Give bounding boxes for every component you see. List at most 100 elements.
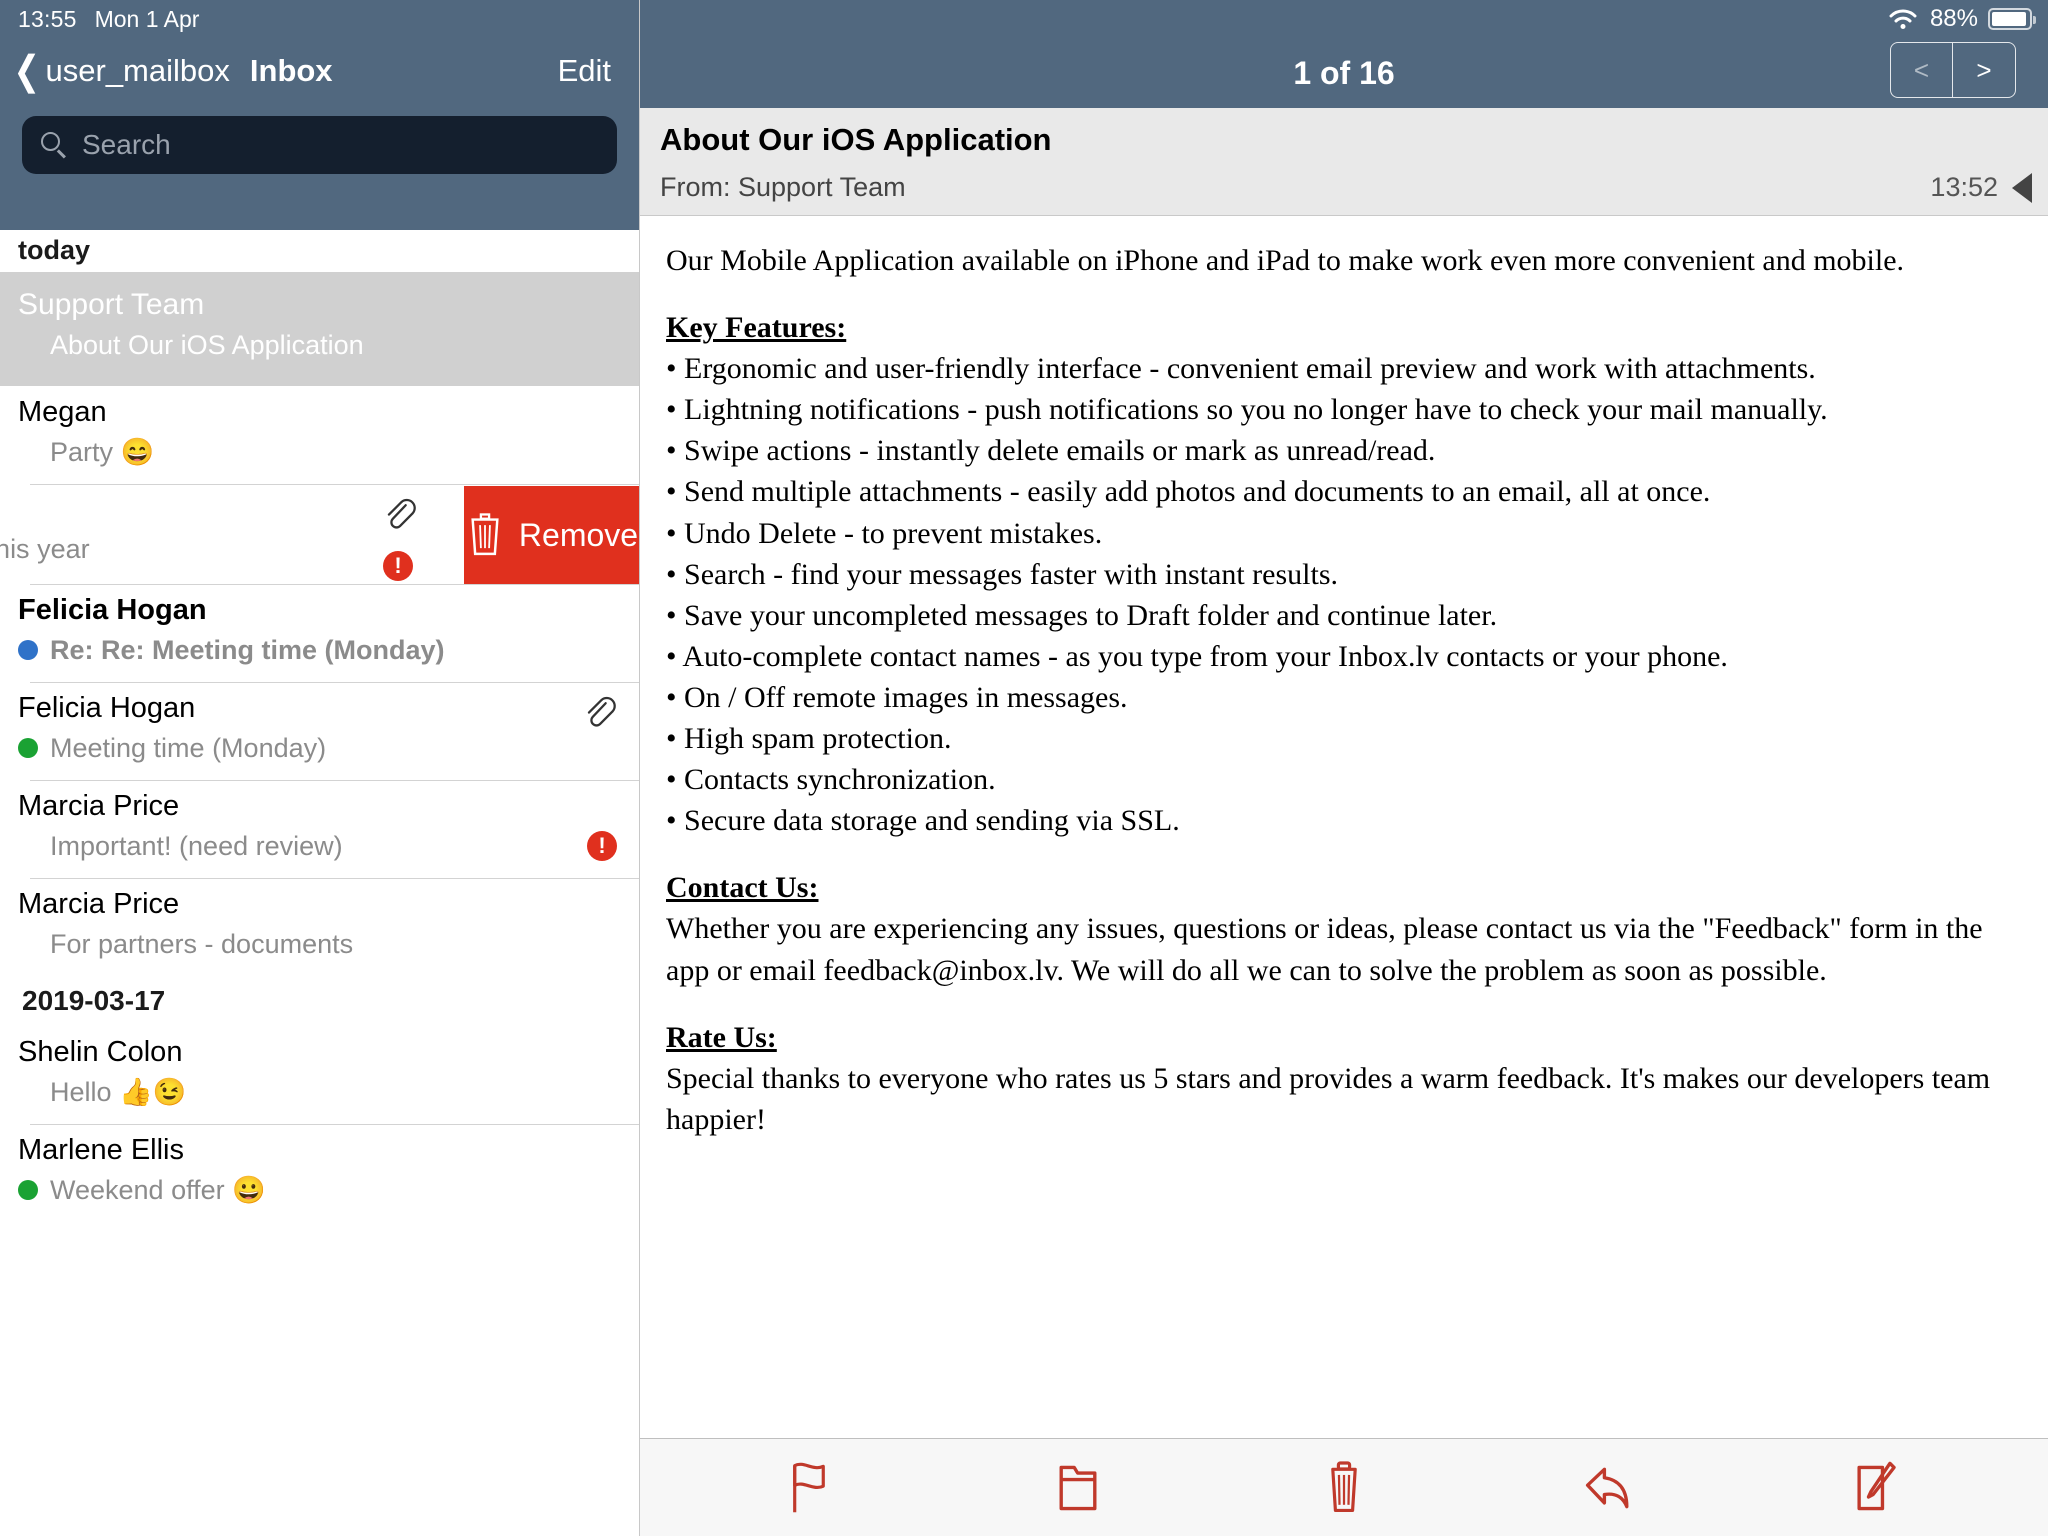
important-icon: !: [383, 551, 413, 581]
back-chevron-icon[interactable]: ❮: [13, 51, 40, 91]
status-bar-right: 88%: [640, 0, 2048, 38]
list-item-subject: ents for this year: [0, 534, 90, 564]
reader-header: 88% 1 of 16 < >: [640, 0, 2048, 108]
reply-button[interactable]: [1575, 1453, 1645, 1523]
section-header-today: today: [0, 230, 639, 272]
delete-button[interactable]: [1309, 1453, 1379, 1523]
message-toolbar: [640, 1438, 2048, 1536]
list-item[interactable]: Marcia Price For partners - documents: [0, 878, 639, 976]
section-header-date: 2019-03-17: [0, 976, 639, 1026]
body-intro: Our Mobile Application available on iPho…: [666, 244, 1905, 277]
list-item-subject: Hello 👍😉: [50, 1077, 187, 1107]
feature-item: • Search - find your messages faster wit…: [666, 557, 1339, 591]
feature-item: • Auto-complete contact names - as you t…: [666, 639, 1728, 673]
reply-icon: [1585, 1467, 1629, 1508]
list-item-sender: Support Team: [18, 288, 205, 321]
list-item-subject: For partners - documents: [50, 928, 354, 959]
feature-item: • Ergonomic and user-friendly interface …: [666, 352, 1816, 386]
list-item-sender: Shelin Colon: [18, 1036, 183, 1068]
contact-us-title: Contact Us:: [666, 871, 819, 905]
list-item[interactable]: Shelin Colon Hello 👍😉: [0, 1026, 639, 1124]
remove-label: Remove: [518, 516, 639, 553]
list-item-swiped[interactable]: ents for this year ! R: [0, 484, 639, 584]
attachment-icon: [387, 498, 416, 529]
message-subject: About Our iOS Application: [660, 122, 1052, 157]
list-item[interactable]: Marcia Price Important! (need review) !: [0, 780, 639, 878]
message-header: About Our iOS Application From: Support …: [640, 108, 2048, 216]
feature-item: • On / Off remote images in messages.: [666, 680, 1128, 714]
list-item-sender: Megan: [18, 396, 107, 428]
remove-button[interactable]: Remove: [464, 486, 639, 584]
message-body: Our Mobile Application available on iPho…: [640, 216, 2048, 1438]
mailbox-nav-row: ❮ user_mailbox Inbox Edit: [0, 38, 639, 104]
list-item-sender: Marcia Price: [18, 790, 180, 822]
feature-item: • Secure data storage and sending via SS…: [666, 804, 1180, 838]
feature-item: • Save your uncompleted messages to Draf…: [666, 598, 1498, 632]
reply-triangle-icon[interactable]: [2012, 172, 2032, 203]
list-item-subject: Re: Re: Meeting time (Monday): [50, 634, 445, 665]
list-item[interactable]: Support Team About Our iOS Application: [0, 272, 639, 386]
mail-list[interactable]: today Support Team About Our iOS Applica…: [0, 230, 639, 1536]
message-counter: 1 of 16: [1293, 54, 1395, 91]
wifi-icon: [1888, 8, 1918, 30]
search-area: Search: [0, 104, 639, 174]
reader-pane: 88% 1 of 16 < > About Our iOS Applicatio…: [640, 0, 2048, 1536]
feature-item: • Lightning notifications - push notific…: [666, 393, 1828, 427]
flag-icon: [792, 1462, 825, 1512]
list-item-subject: Weekend offer 😀: [50, 1175, 266, 1205]
move-to-folder-button[interactable]: [1043, 1453, 1113, 1523]
previous-message-button[interactable]: <: [1891, 43, 1953, 97]
unread-dot-icon: [18, 640, 38, 660]
page-title: Inbox: [249, 53, 333, 88]
status-time: 13:55: [18, 5, 77, 32]
list-item-sender: Felicia Hogan: [18, 594, 207, 626]
list-item[interactable]: Marlene Ellis Weekend offer 😀: [0, 1124, 639, 1222]
swiped-row-indicators: !: [383, 498, 433, 581]
list-item-sender: Marlene Ellis: [18, 1134, 184, 1166]
message-sender: From: Support Team: [660, 172, 906, 202]
mailbox-pane: 13:55 Mon 1 Apr ❮ user_mailbox Inbox Edi…: [0, 0, 640, 1536]
list-item-subject: Important! (need review): [50, 830, 343, 861]
trash-icon: [471, 513, 499, 556]
feature-item: • Undo Delete - to prevent mistakes.: [666, 516, 1103, 550]
list-item[interactable]: Megan Party 😄: [0, 386, 639, 484]
message-meta: From: Support Team 13:52: [640, 172, 2048, 203]
battery-percent: 88%: [1929, 5, 1978, 32]
next-message-button[interactable]: >: [1953, 43, 2015, 97]
reader-nav: 1 of 16 < >: [640, 38, 2048, 108]
key-features-title: Key Features:: [666, 311, 847, 345]
message-pager: < >: [1890, 42, 2016, 98]
battery-icon: [1988, 8, 2036, 30]
list-item-subject: Meeting time (Monday): [50, 732, 327, 763]
mail-app: 13:55 Mon 1 Apr ❮ user_mailbox Inbox Edi…: [0, 0, 2048, 1536]
list-item-subject: Party 😄: [50, 437, 155, 467]
search-icon: [40, 131, 68, 159]
list-item-subject: About Our iOS Application: [50, 329, 364, 360]
rate-us-text: Special thanks to everyone who rates us …: [666, 1061, 1991, 1136]
back-label[interactable]: user_mailbox: [46, 53, 230, 89]
feature-item: • Send multiple attachments - easily add…: [666, 475, 1711, 509]
feature-item: • Contacts synchronization.: [666, 763, 996, 797]
compose-button[interactable]: [1840, 1453, 1910, 1523]
flag-dot-icon: [18, 1180, 38, 1200]
search-placeholder: Search: [82, 129, 171, 160]
list-item[interactable]: Felicia Hogan Meeting time (Monday): [0, 682, 639, 780]
flag-dot-icon: [18, 738, 38, 758]
contact-us-text: Whether you are experiencing any issues,…: [666, 912, 1983, 987]
list-item-sender: Marcia Price: [18, 888, 180, 920]
list-item-sender: Felicia Hogan: [18, 692, 196, 724]
status-date: Mon 1 Apr: [94, 5, 200, 32]
folder-icon: [1059, 1465, 1097, 1510]
message-time: 13:52: [1930, 172, 1998, 202]
important-icon: !: [587, 831, 617, 861]
feature-item: • Swipe actions - instantly delete email…: [666, 434, 1436, 468]
mailbox-header: 13:55 Mon 1 Apr ❮ user_mailbox Inbox Edi…: [0, 0, 639, 230]
compose-icon: [1857, 1461, 1896, 1510]
rate-us-title: Rate Us:: [666, 1020, 777, 1054]
trash-icon: [1331, 1460, 1357, 1512]
edit-button[interactable]: Edit: [558, 53, 611, 89]
flag-button[interactable]: [778, 1453, 848, 1523]
status-bar-left: 13:55 Mon 1 Apr: [0, 0, 639, 38]
search-input[interactable]: Search: [22, 116, 617, 174]
list-item[interactable]: Felicia Hogan Re: Re: Meeting time (Mond…: [0, 584, 639, 682]
